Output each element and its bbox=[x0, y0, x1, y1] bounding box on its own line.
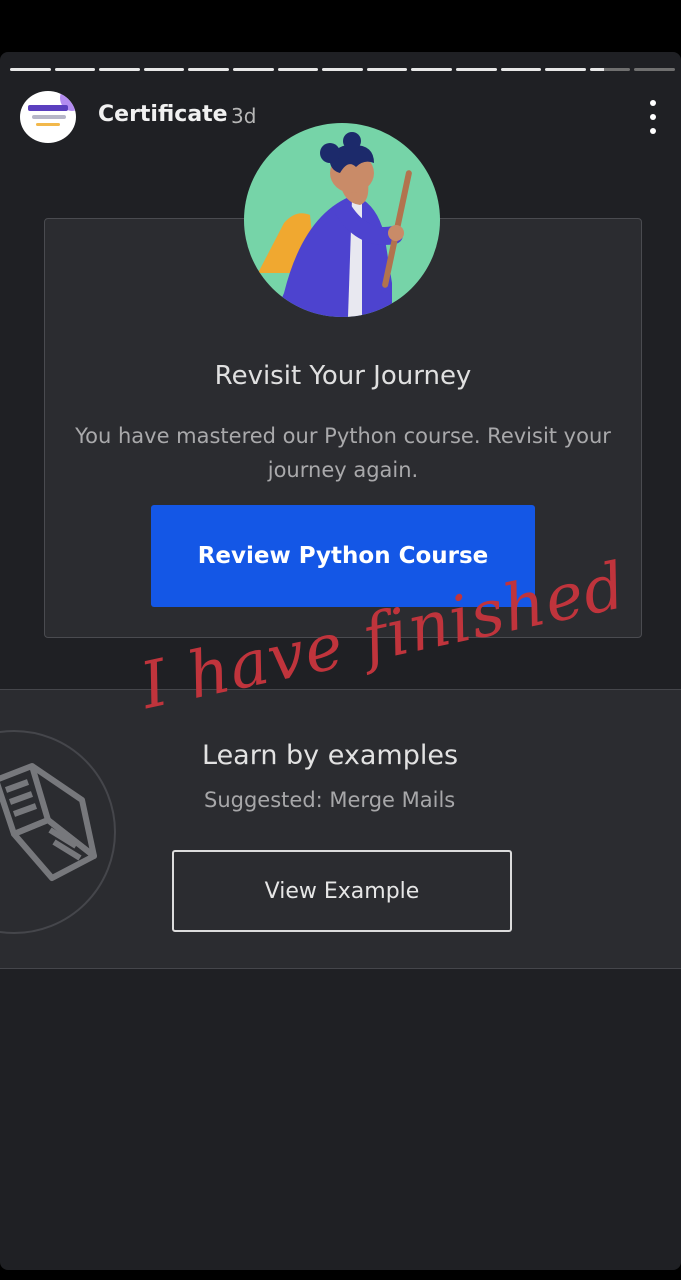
hiker-illustration bbox=[244, 123, 440, 317]
post-time: 3d bbox=[231, 104, 257, 128]
open-book-icon bbox=[0, 763, 97, 881]
progress-segment bbox=[322, 68, 363, 71]
username[interactable]: Certificate bbox=[98, 102, 228, 127]
progress-segment bbox=[232, 68, 274, 71]
progress-segment bbox=[54, 68, 96, 71]
progress-segment bbox=[99, 68, 140, 71]
learn-by-examples-card: Learn by examples Suggested: Merge Mails… bbox=[0, 689, 681, 969]
progress-segment bbox=[188, 68, 229, 71]
progress-segment bbox=[589, 68, 631, 71]
progress-segment bbox=[455, 68, 497, 71]
avatar[interactable] bbox=[20, 91, 76, 143]
more-vertical-icon[interactable] bbox=[643, 100, 663, 134]
card-title: Learn by examples bbox=[202, 740, 459, 771]
progress-segment bbox=[277, 68, 319, 71]
progress-segment bbox=[634, 68, 675, 71]
progress-segment bbox=[545, 68, 586, 71]
progress-segment bbox=[143, 68, 185, 71]
card-title: Revisit Your Journey bbox=[214, 361, 472, 391]
story-viewer[interactable]: Certificate 3d Revisit Your Journey You … bbox=[0, 52, 681, 1270]
progress-segment bbox=[366, 68, 408, 71]
progress-segment bbox=[500, 68, 542, 71]
progress-segment bbox=[411, 68, 452, 71]
progress-segment bbox=[10, 68, 51, 71]
story-progress-bar bbox=[10, 68, 675, 72]
view-example-button[interactable]: View Example bbox=[172, 850, 512, 932]
card-subtitle: Suggested: Merge Mails bbox=[204, 788, 456, 812]
card-description: You have mastered our Python course. Rev… bbox=[75, 424, 611, 482]
